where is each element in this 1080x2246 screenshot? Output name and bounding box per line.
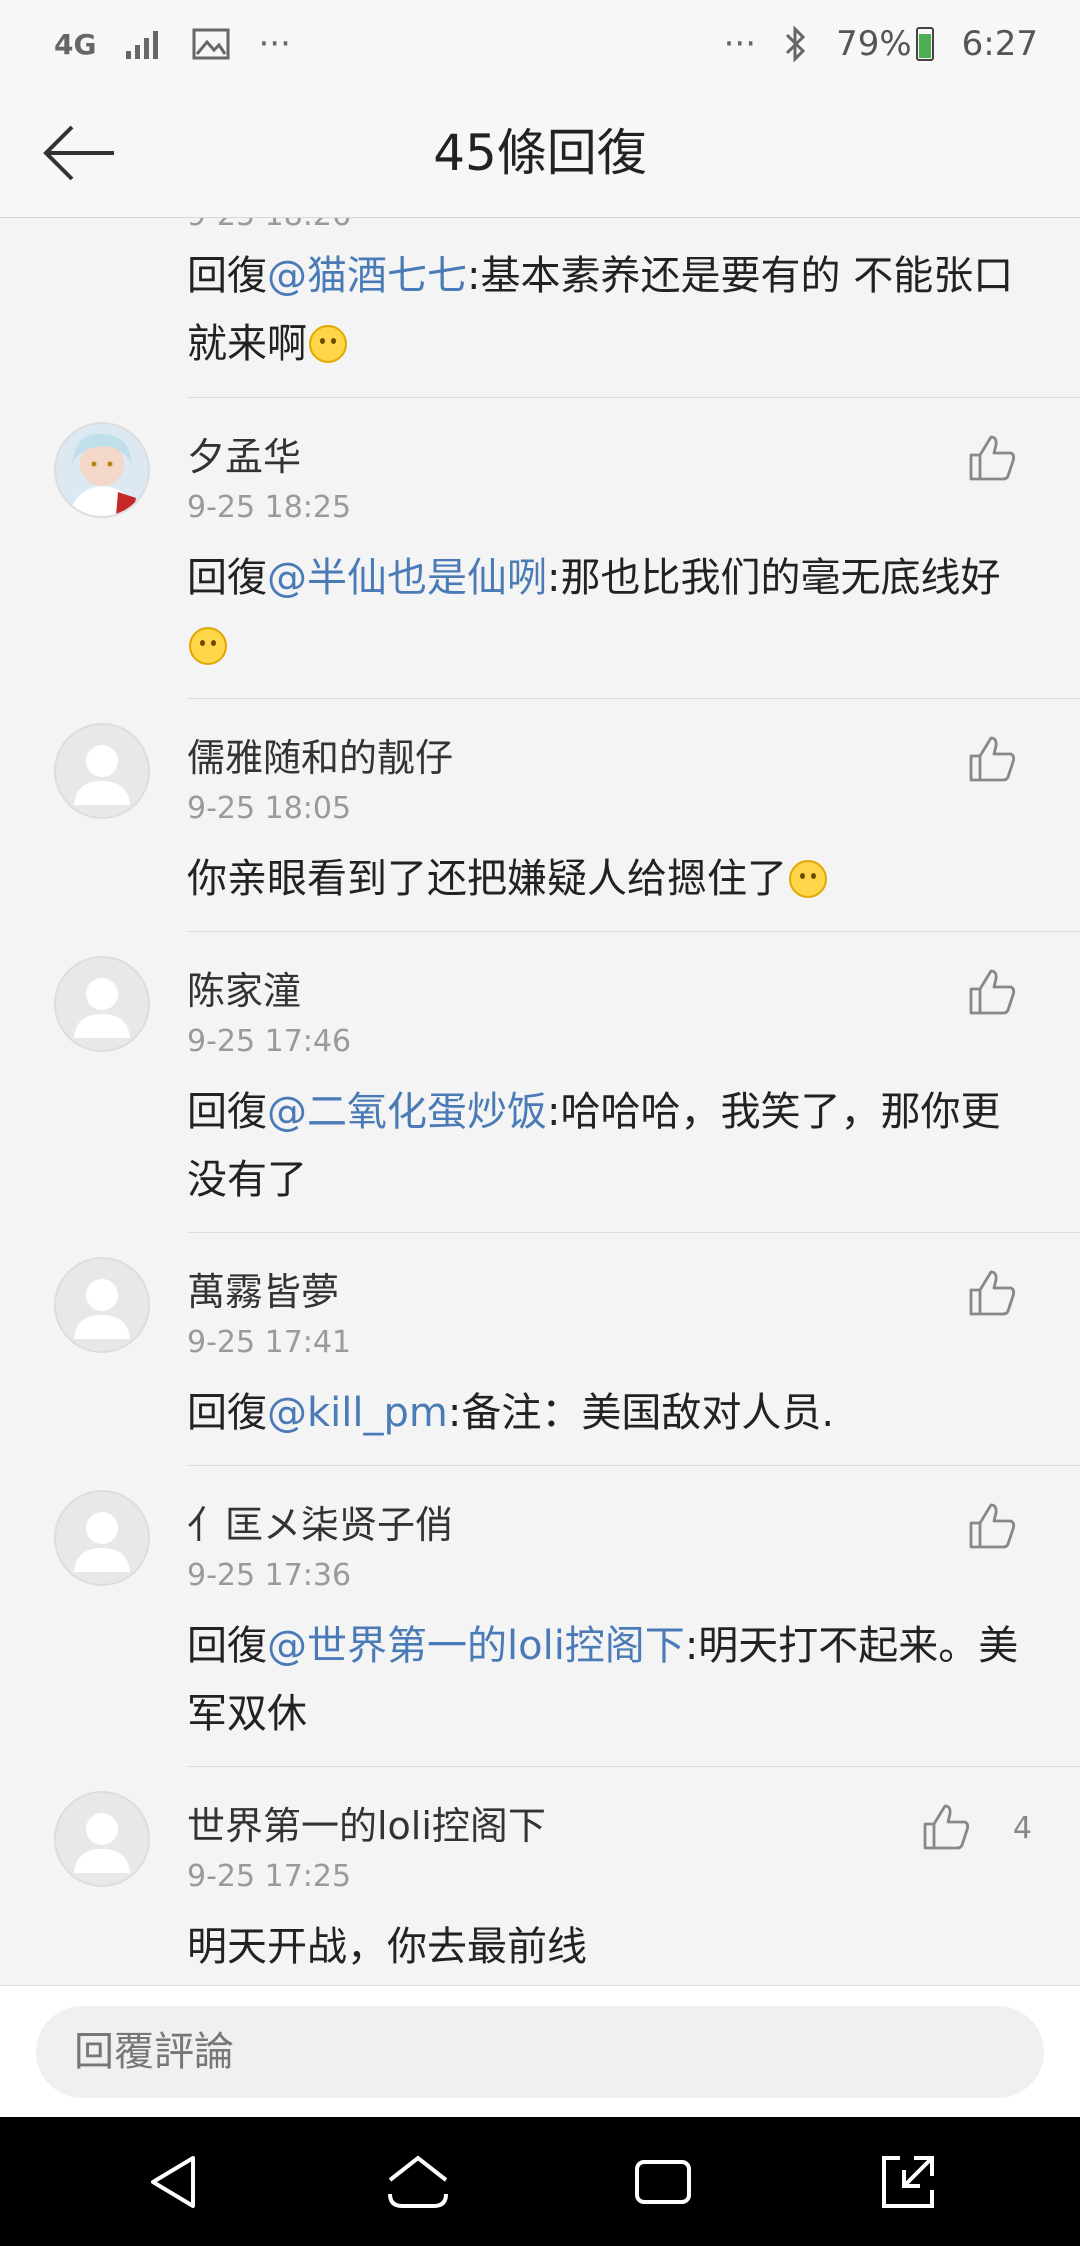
comment-item: 夕孟华 9-25 18:25 回復@半仙也是仙咧:那也比我们的毫无底线好 <box>0 398 1080 699</box>
comment-item: 萬霧皆夢 9-25 17:41 回復@kill_pm:备注：美国敌对人员. <box>0 1233 1080 1466</box>
comment-timestamp: 9-25 18:26 <box>187 218 351 233</box>
thumbs-up-icon <box>969 736 1016 782</box>
thumbs-up-icon <box>969 1503 1016 1549</box>
surprised-emoji-icon <box>789 860 827 898</box>
avatar[interactable] <box>54 1257 150 1353</box>
comment-text: 明天开战，你去最前线 <box>187 1924 587 1970</box>
reply-prefix: 回復 <box>187 1390 267 1436</box>
system-nav-bar <box>0 2117 1080 2246</box>
comment-item: 亻匡メ柒贤子俏 9-25 17:36 回復@世界第一的loli控阁下:明天打不起… <box>0 1466 1080 1767</box>
nav-home-button[interactable] <box>373 2137 463 2227</box>
comment-content: 明天开战，你去最前线 <box>187 1913 1020 1981</box>
like-count: 4 <box>1012 1811 1032 1846</box>
recents-icon <box>634 2159 691 2204</box>
reply-prefix: 回復 <box>187 1623 267 1669</box>
nav-back-button[interactable] <box>128 2137 218 2227</box>
comment-timestamp: 9-25 18:05 <box>187 791 352 826</box>
comment-item: 儒雅随和的靓仔 9-25 18:05 你亲眼看到了还把嫌疑人给摁住了 <box>0 699 1080 932</box>
status-bar: 4G ··· ··· 79% 6:27 <box>0 0 1080 88</box>
mention-link[interactable]: @二氧化蛋炒饭 <box>267 1089 547 1135</box>
avatar[interactable] <box>54 1490 150 1586</box>
comment-text: :那也比我们的毫无底线好 <box>547 555 1001 601</box>
comment-timestamp: 9-25 17:41 <box>187 1325 352 1360</box>
comment-timestamp: 9-25 17:36 <box>187 1558 352 1593</box>
home-icon <box>387 2154 448 2208</box>
comment-item: 陈家潼 9-25 17:46 回復@二氧化蛋炒饭:哈哈哈，我笑了，那你更没有了 <box>0 932 1080 1233</box>
comment-content: 回復@二氧化蛋炒饭:哈哈哈，我笑了，那你更没有了 <box>187 1078 1020 1214</box>
comment-content: 你亲眼看到了还把嫌疑人给摁住了 <box>187 845 1020 913</box>
battery-indicator: 79% <box>836 24 934 64</box>
status-left: 4G ··· <box>54 24 291 64</box>
title-bar: 45條回復 <box>0 88 1080 218</box>
mention-link[interactable]: @世界第一的loli控阁下 <box>267 1623 685 1669</box>
reply-prefix: 回復 <box>187 1089 267 1135</box>
comment-content: 回復@猫酒七七:基本素养还是要有的 不能张口就来啊 <box>187 242 1020 378</box>
nav-recents-button[interactable] <box>618 2137 708 2227</box>
mention-link[interactable]: @猫酒七七 <box>267 253 467 299</box>
reply-bar <box>0 1985 1080 2117</box>
comment-username[interactable]: 亻匡メ柒贤子俏 <box>187 1494 453 1549</box>
thumbs-up-icon <box>923 1804 970 1850</box>
comment-list[interactable]: 9-25 18:26 回復@猫酒七七:基本素养还是要有的 不能张口就来啊 夕孟华… <box>0 218 1080 1985</box>
comment-item: 9-25 18:26 回復@猫酒七七:基本素养还是要有的 不能张口就来啊 <box>0 218 1080 398</box>
like-button[interactable] <box>962 428 1022 488</box>
battery-icon <box>915 27 934 61</box>
comment-content: 回復@kill_pm:备注：美国敌对人员. <box>187 1379 1020 1447</box>
reply-prefix: 回復 <box>187 555 267 601</box>
laughing-emoji-icon <box>309 325 347 363</box>
triangle-back-icon <box>150 2155 195 2208</box>
thumbs-up-icon <box>969 435 1016 481</box>
comment-timestamp: 9-25 17:46 <box>187 1024 352 1059</box>
like-button[interactable] <box>962 962 1022 1022</box>
comment-text: 你亲眼看到了还把嫌疑人给摁住了 <box>187 856 787 902</box>
default-avatar-icon <box>74 745 130 805</box>
page-title: 45條回復 <box>433 124 647 182</box>
comment-username[interactable]: 世界第一的loli控阁下 <box>187 1795 546 1850</box>
avatar[interactable] <box>54 956 150 1052</box>
smile-emoji-icon <box>189 627 227 665</box>
comment-text: :备注：美国敌对人员. <box>447 1390 835 1436</box>
more-notifications-icon: ··· <box>258 24 291 64</box>
mention-link[interactable]: @kill_pm <box>267 1390 448 1436</box>
network-type-icon: 4G <box>54 27 97 61</box>
comment-username[interactable]: 萬霧皆夢 <box>187 1261 339 1316</box>
default-avatar-icon <box>74 1279 130 1339</box>
mention-link[interactable]: @半仙也是仙咧 <box>267 555 547 601</box>
clock: 6:27 <box>961 24 1038 64</box>
thumbs-up-icon <box>969 969 1016 1015</box>
like-button[interactable] <box>962 729 1022 789</box>
thumbs-up-icon <box>969 1270 1016 1316</box>
default-avatar-icon <box>74 1813 130 1873</box>
nav-expand-button[interactable] <box>863 2137 953 2227</box>
more-status-icon: ··· <box>723 24 757 64</box>
default-avatar-icon <box>74 978 130 1038</box>
bluetooth-icon <box>784 25 808 63</box>
avatar[interactable] <box>54 723 150 819</box>
comment-item: 世界第一的loli控阁下 9-25 17:25 4 明天开战，你去最前线 <box>0 1767 1080 1985</box>
like-button[interactable] <box>916 1797 976 1857</box>
image-notification-icon <box>192 28 230 60</box>
comment-timestamp: 9-25 17:25 <box>187 1859 352 1894</box>
comment-username[interactable]: 陈家潼 <box>187 960 301 1015</box>
default-avatar-icon <box>74 1512 130 1572</box>
comment-username[interactable]: 夕孟华 <box>187 426 301 481</box>
battery-percent: 79% <box>836 24 912 64</box>
like-button[interactable] <box>962 1263 1022 1323</box>
comment-content: 回復@半仙也是仙咧:那也比我们的毫无底线好 <box>187 544 1020 680</box>
comment-timestamp: 9-25 18:25 <box>187 490 352 525</box>
comment-username[interactable]: 儒雅随和的靓仔 <box>187 727 453 782</box>
avatar[interactable] <box>54 422 150 518</box>
comment-content: 回復@世界第一的loli控阁下:明天打不起来。美军双休 <box>187 1612 1020 1748</box>
signal-icon <box>124 27 164 61</box>
like-button[interactable] <box>962 1496 1022 1556</box>
status-right: ··· 79% 6:27 <box>724 24 1038 64</box>
reply-comment-input[interactable] <box>36 2006 1044 2098</box>
expand-screen-icon <box>881 2155 934 2208</box>
reply-prefix: 回復 <box>187 253 267 299</box>
avatar[interactable] <box>54 1791 150 1887</box>
